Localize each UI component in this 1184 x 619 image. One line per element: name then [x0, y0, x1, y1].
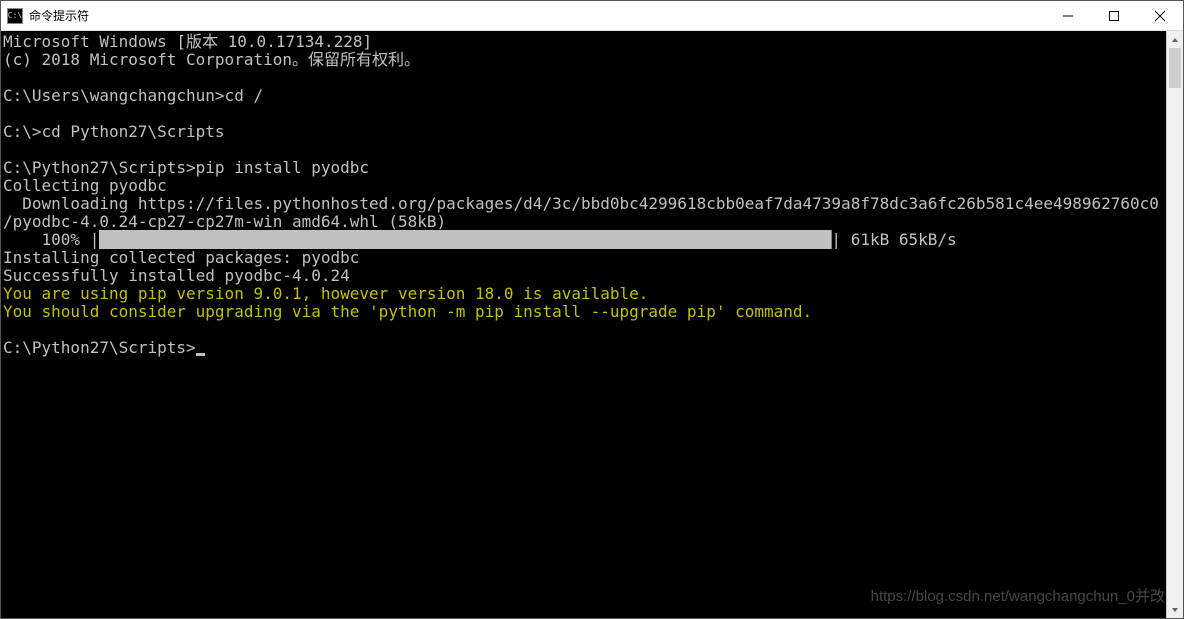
success-line: Successfully installed pyodbc-4.0.24	[3, 266, 350, 285]
close-button[interactable]	[1137, 1, 1183, 30]
cursor	[196, 353, 205, 356]
installing-line: Installing collected packages: pyodbc	[3, 248, 359, 267]
version-line: Microsoft Windows [版本 10.0.17134.228]	[3, 32, 372, 51]
window-controls	[1045, 1, 1183, 30]
prompt-line: C:\Python27\Scripts>pip install pyodbc	[3, 158, 369, 177]
prompt-line: C:\Python27\Scripts>	[3, 338, 196, 357]
content-area: Microsoft Windows [版本 10.0.17134.228] (c…	[1, 31, 1183, 618]
watermark: https://blog.csdn.net/wangchangchun_0并改	[871, 588, 1165, 606]
scroll-track[interactable]	[1167, 48, 1183, 601]
collecting-line: Collecting pyodbc	[3, 176, 167, 195]
title-bar[interactable]: C:\ 命令提示符	[1, 1, 1183, 31]
scroll-up-button[interactable]	[1167, 31, 1183, 48]
progress-bar: ████████████████████████████████████████…	[99, 230, 831, 249]
window-title: 命令提示符	[29, 7, 1045, 24]
app-icon: C:\	[7, 8, 23, 24]
copyright-line: (c) 2018 Microsoft Corporation。保留所有权利。	[3, 50, 420, 69]
vertical-scrollbar[interactable]	[1166, 31, 1183, 618]
downloading-line: Downloading https://files.pythonhosted.o…	[3, 194, 1159, 213]
progress-suffix: | 61kB 65kB/s	[831, 230, 956, 249]
whl-line: /pyodbc-4.0.24-cp27-cp27m-win_amd64.whl …	[3, 212, 446, 231]
prompt-line: C:\Users\wangchangchun>cd /	[3, 86, 263, 105]
command-prompt-window: C:\ 命令提示符 Microsoft Windows [版本 10.0.171…	[0, 0, 1184, 619]
scroll-thumb[interactable]	[1169, 48, 1181, 88]
progress-prefix: 100% |	[3, 230, 99, 249]
terminal-output[interactable]: Microsoft Windows [版本 10.0.17134.228] (c…	[1, 31, 1166, 618]
prompt-line: C:\>cd Python27\Scripts	[3, 122, 225, 141]
minimize-button[interactable]	[1045, 1, 1091, 30]
warning-line: You should consider upgrading via the 'p…	[3, 302, 812, 321]
warning-line: You are using pip version 9.0.1, however…	[3, 284, 648, 303]
scroll-down-button[interactable]	[1167, 601, 1183, 618]
maximize-button[interactable]	[1091, 1, 1137, 30]
